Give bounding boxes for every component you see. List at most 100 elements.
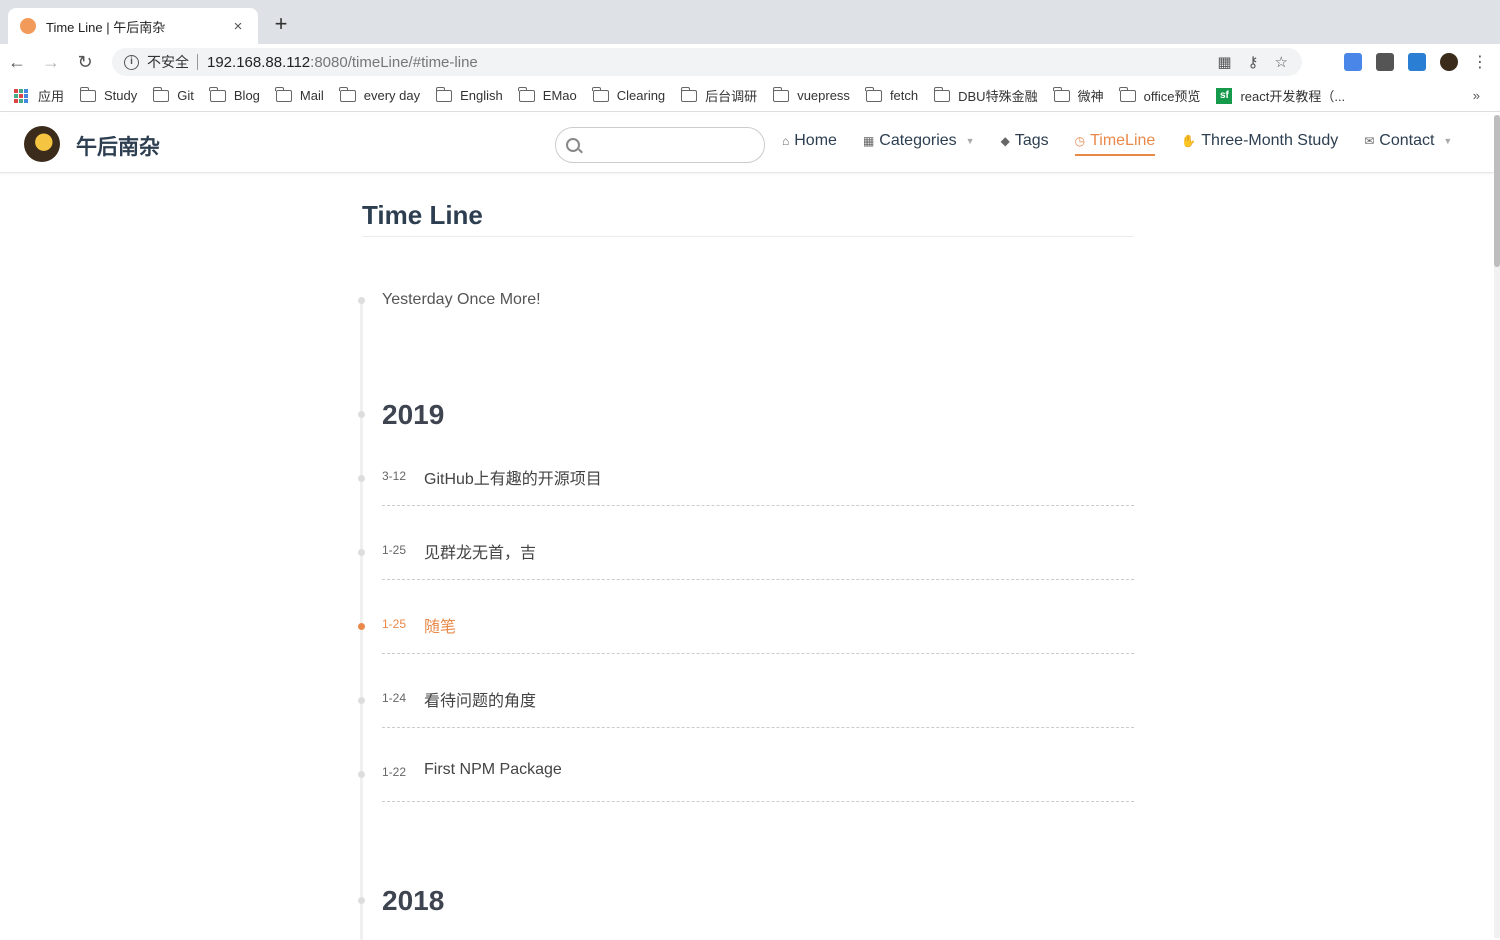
extension-s-icon[interactable] — [1408, 53, 1426, 71]
nav-label: Three-Month Study — [1201, 132, 1339, 149]
timeline-intro: Yesterday Once More! — [382, 291, 541, 308]
bookmark-label: English — [460, 88, 503, 103]
timeline-dot-highlighted — [358, 623, 365, 630]
bookmark-label: Blog — [233, 88, 260, 103]
nav-label: TimeLine — [1090, 132, 1156, 149]
timeline-dot — [358, 475, 365, 482]
apps-grid-icon — [14, 88, 28, 103]
timeline-dot — [358, 297, 365, 304]
bookmark-folder[interactable]: Mail — [275, 86, 324, 103]
folder-icon — [209, 86, 226, 102]
browser-tab[interactable]: Time Line | 午后南杂 × — [8, 8, 258, 44]
post-date: 1-24 — [382, 691, 407, 705]
qr-code-icon[interactable] — [1376, 53, 1394, 71]
bookmark-apps[interactable]: 应用 — [14, 86, 64, 105]
nav-label: Categories — [879, 132, 957, 149]
bookmark-label: 应用 — [38, 89, 65, 104]
folder-icon — [680, 86, 698, 102]
bookmark-label: react开发教程（... — [1240, 89, 1346, 104]
browser-toolbar: ← → ↻ i 不安全 192.168.88.112:8080/timeLine… — [0, 44, 1500, 80]
site-logo[interactable] — [24, 126, 60, 162]
post-date: 3-12 — [382, 469, 407, 483]
nav-categories[interactable]: ▦ Categories ▼ — [863, 132, 975, 156]
bookmark-folder[interactable]: Blog — [209, 86, 260, 103]
bookmark-folder[interactable]: vuepress — [772, 86, 850, 103]
folder-icon — [152, 86, 170, 102]
nav-label: Contact — [1379, 132, 1435, 149]
folder-icon — [592, 86, 609, 102]
nav-contact[interactable]: ✉ Contact ▼ — [1364, 132, 1452, 156]
clock-icon: ◷ — [1074, 134, 1086, 148]
bookmark-star-icon[interactable]: ☆ — [1275, 53, 1288, 71]
new-tab-button[interactable]: + — [270, 13, 292, 35]
post-title[interactable]: 随笔 — [424, 613, 456, 637]
tab-title: Time Line | 午后南杂 — [46, 19, 166, 35]
chevron-down-icon: ▼ — [1443, 136, 1453, 146]
folder-icon — [275, 86, 292, 102]
address-bar[interactable]: i 不安全 192.168.88.112:8080/timeLine/#time… — [112, 48, 1302, 76]
timeline-post[interactable]: 1-24 看待问题的角度 — [382, 688, 1134, 728]
folder-icon — [1053, 86, 1070, 102]
timeline-dot — [358, 897, 365, 904]
site-favicon-icon — [20, 18, 36, 34]
timeline-post[interactable]: 1-25 见群龙无首，吉 — [382, 540, 1134, 580]
nav-home[interactable]: ⌂ Home — [782, 132, 837, 156]
title-divider — [362, 236, 1134, 237]
bookmark-folder[interactable]: DBU特殊金融 — [933, 86, 1038, 105]
page-scrollbar[interactable] — [1494, 115, 1500, 938]
site-name[interactable]: 午后南杂 — [76, 131, 160, 161]
post-date: 1-22 — [382, 765, 407, 779]
folder-icon — [435, 86, 453, 102]
folder-icon — [1119, 86, 1136, 102]
info-icon[interactable]: i — [124, 54, 139, 70]
bookmark-folder[interactable]: fetch — [865, 86, 918, 103]
bookmark-folder[interactable]: Clearing — [592, 86, 665, 103]
timeline-post[interactable]: 3-12 GitHub上有趣的开源项目 — [382, 466, 1134, 506]
timeline-post-hovered[interactable]: 1-25 随笔 — [382, 614, 1134, 654]
bookmark-folder[interactable]: Git — [152, 86, 194, 103]
more-bookmarks-icon[interactable]: » — [1473, 88, 1480, 103]
bookmark-folder[interactable]: 后台调研 — [680, 86, 758, 105]
back-button[interactable]: ← — [0, 52, 34, 73]
bookmark-label: vuepress — [797, 88, 850, 103]
timeline-rail — [360, 300, 363, 940]
nav-three-month-study[interactable]: ✋ Three-Month Study — [1181, 132, 1338, 156]
timeline-post[interactable]: 1-22 First NPM Package — [382, 761, 1134, 802]
profile-avatar[interactable] — [1440, 53, 1458, 71]
post-title[interactable]: First NPM Package — [424, 761, 562, 779]
bookmark-folder[interactable]: every day — [339, 86, 420, 103]
bookmark-folder[interactable]: office预览 — [1119, 86, 1200, 105]
timeline-dot — [358, 411, 365, 418]
translate-extension-icon[interactable] — [1344, 53, 1362, 71]
key-icon[interactable]: ⚷ — [1248, 53, 1259, 71]
bookmark-folder[interactable]: English — [435, 86, 503, 103]
forward-button[interactable]: → — [34, 52, 68, 73]
post-title[interactable]: GitHub上有趣的开源项目 — [424, 465, 602, 489]
bookmark-label: Mail — [299, 88, 324, 103]
search-input[interactable] — [555, 127, 765, 163]
folder-icon — [79, 86, 97, 102]
nav-label: Tags — [1014, 132, 1049, 149]
bookmark-folder[interactable]: EMao — [518, 86, 577, 103]
bookmarks-bar: 应用 Study Git Blog Mail every day English… — [0, 80, 1500, 112]
browser-tab-bar: Time Line | 午后南杂 × + — [0, 0, 1500, 44]
bookmark-folder[interactable]: Study — [79, 86, 137, 103]
folder-icon — [933, 86, 951, 102]
reload-button[interactable]: ↻ — [68, 52, 102, 73]
post-title[interactable]: 见群龙无首，吉 — [424, 539, 536, 563]
bookmark-label: 后台调研 — [705, 89, 758, 104]
post-title[interactable]: 看待问题的角度 — [424, 687, 536, 711]
translate-icon[interactable]: ▦ — [1217, 53, 1231, 71]
main-nav: ⌂ Home ▦ Categories ▼ ◆ Tags ◷ TimeLine ✋ Thre… — [782, 132, 1478, 156]
menu-dots-icon[interactable]: ⋮ — [1472, 52, 1488, 72]
close-tab-icon[interactable]: × — [230, 18, 246, 35]
folder-icon — [772, 86, 790, 102]
bookmark-folder[interactable]: 微神 — [1053, 86, 1104, 105]
nav-tags[interactable]: ◆ Tags — [1001, 132, 1049, 156]
scroll-thumb[interactable] — [1494, 115, 1500, 267]
site-header: 午后南杂 ⌂ Home ▦ Categories ▼ ◆ Tags ◷ TimeLine … — [0, 115, 1494, 173]
post-date: 1-25 — [382, 543, 407, 557]
bookmark-link[interactable]: sf react开发教程（... — [1216, 86, 1345, 105]
post-date: 1-25 — [382, 617, 407, 631]
nav-timeline[interactable]: ◷ TimeLine — [1074, 132, 1156, 156]
